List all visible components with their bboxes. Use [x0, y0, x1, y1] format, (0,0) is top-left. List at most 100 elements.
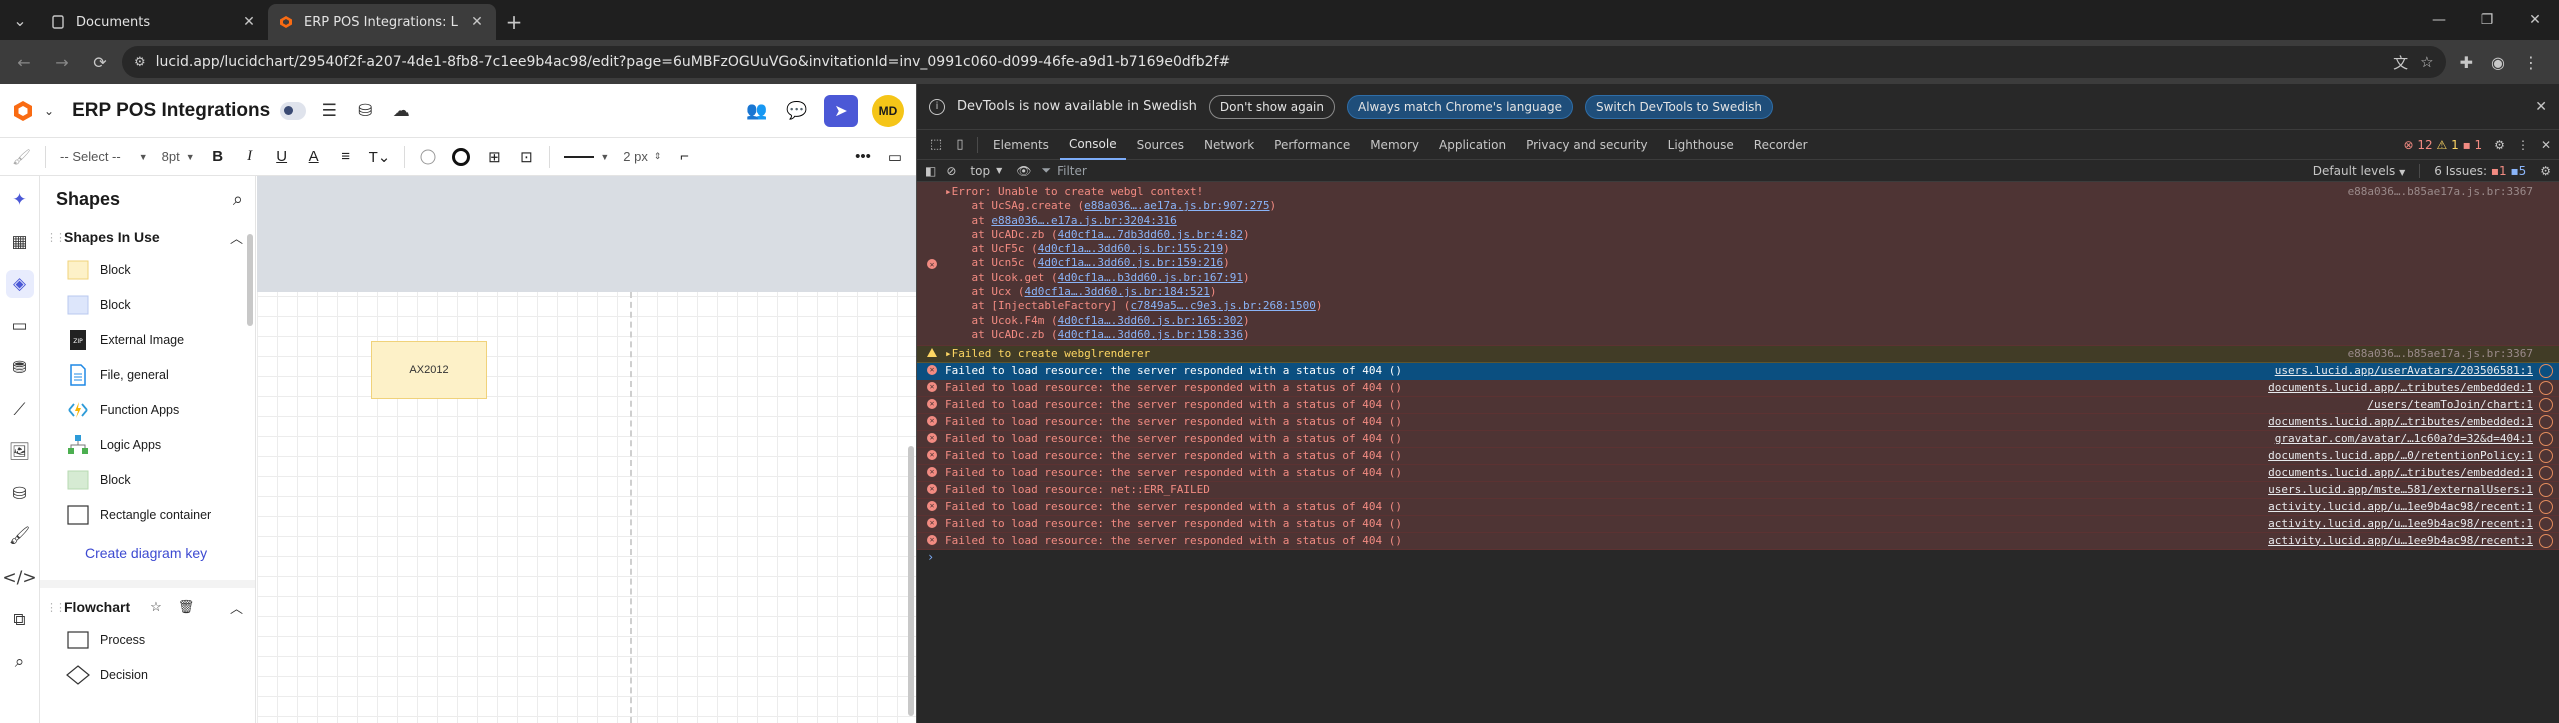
error-source-link[interactable]: documents.lucid.app/…0/retentionPolicy:1 — [2268, 449, 2533, 463]
context-select[interactable]: top ▼ — [966, 164, 1006, 178]
device-toolbar-icon[interactable]: ▯ — [949, 134, 971, 156]
canvas-scrollbar[interactable] — [908, 446, 914, 716]
shape-item-rectangle-container[interactable]: Rectangle container — [40, 497, 255, 532]
console-error-row[interactable]: ✕ Failed to load resource: the server res… — [917, 532, 2559, 550]
cloud-save-icon[interactable]: ☁ — [388, 98, 414, 124]
console-filter-input[interactable]: ⏷ Filter — [1041, 163, 2302, 178]
shape-item-block-blue[interactable]: Block — [40, 287, 255, 322]
error-source-link[interactable]: users.lucid.app/userAvatars/203506581:1 — [2275, 364, 2533, 378]
live-expression-eye-icon[interactable]: 👁 — [1016, 164, 1031, 178]
plugins-icon[interactable]: ⧉ — [6, 606, 34, 634]
star-icon[interactable]: ☆ — [150, 599, 162, 615]
browser-menu-icon[interactable]: ⋮ — [2523, 53, 2539, 72]
error-source-link[interactable]: activity.lucid.app/u…1ee9b4ac98/recent:1 — [2268, 534, 2533, 548]
frame-icon[interactable]: ▭ — [6, 312, 34, 340]
font-size-select[interactable]: 8pt ▼ — [162, 149, 195, 164]
console-error-row[interactable]: ✕ Failed to load resource: the server res… — [917, 515, 2559, 533]
text-color-button[interactable]: A — [305, 148, 323, 165]
italic-button[interactable]: I — [241, 148, 259, 165]
flowchart-header[interactable]: ⋮⋮ Flowchart ☆ 🗑 ︿ — [40, 592, 255, 622]
reload-icon[interactable]: ⟳ — [84, 46, 116, 78]
error-source-link[interactable]: gravatar.com/avatar/…1c60a?d=32&d=404:1 — [2275, 432, 2533, 446]
integrations-icon[interactable]: ⛁ — [352, 98, 378, 124]
underline-button[interactable]: U — [273, 148, 291, 165]
stack-frame-link[interactable]: c7849a5….c9e3.js.br:268:1500 — [1130, 299, 1315, 312]
profile-icon[interactable]: ◉ — [2491, 53, 2505, 72]
error-source-link[interactable]: documents.lucid.app/…tributes/embedded:1 — [2268, 415, 2533, 429]
request-badge-icon[interactable] — [2539, 414, 2553, 429]
logo-dropdown-chevron-icon[interactable]: ⌄ — [44, 104, 54, 118]
image-options-icon[interactable]: ⊡ — [517, 148, 535, 166]
font-select[interactable]: -- Select -- ▼ — [60, 149, 148, 164]
devtools-close-icon[interactable]: ✕ — [2541, 138, 2551, 152]
request-badge-icon[interactable] — [2539, 397, 2553, 412]
connector-style-icon[interactable]: ⌐ — [675, 148, 693, 165]
translate-icon[interactable]: 文 — [2393, 52, 2408, 73]
line-width-select[interactable]: 2 px ⇕ — [623, 149, 661, 164]
drag-handle-icon[interactable]: ⋮⋮ — [46, 601, 66, 614]
infobar-close-icon[interactable]: ✕ — [2535, 99, 2547, 115]
tab-memory[interactable]: Memory — [1361, 130, 1428, 160]
comments-icon[interactable]: 💬 — [784, 98, 810, 124]
console-error-row[interactable]: ✕ Failed to load resource: the server res… — [917, 396, 2559, 414]
bold-button[interactable]: B — [209, 148, 227, 165]
request-badge-icon[interactable] — [2539, 363, 2553, 378]
warning-source-link[interactable]: e88a036….b85ae17a.js.br:3367 — [2348, 347, 2533, 361]
user-avatar[interactable]: MD — [872, 94, 904, 127]
console-settings-gear-icon[interactable]: ⚙ — [2540, 164, 2551, 178]
devtools-menu-icon[interactable]: ⋮ — [2517, 138, 2529, 152]
request-badge-icon[interactable] — [2539, 482, 2553, 497]
request-badge-icon[interactable] — [2539, 448, 2553, 463]
inspect-element-icon[interactable]: ⬚ — [925, 134, 947, 156]
url-text[interactable]: lucid.app/lucidchart/29540f2f-a207-4de1-… — [156, 54, 2384, 70]
tab-sources[interactable]: Sources — [1128, 130, 1193, 160]
stack-frame-link[interactable]: e88a036….e17a.js.br:3204:316 — [991, 214, 1176, 227]
shape-item-external-image[interactable]: ZIP External Image — [40, 322, 255, 357]
message-counts[interactable]: ⊗ 12 ⚠ 1 ▪ 1 — [2404, 138, 2483, 152]
error-source-link[interactable]: activity.lucid.app/u…1ee9b4ac98/recent:1 — [2268, 500, 2533, 514]
browser-tab-documents[interactable]: Documents ✕ — [40, 4, 268, 40]
stack-frame-link[interactable]: 4d0cf1a….3dd60.js.br:184:521 — [1024, 285, 1209, 298]
forward-arrow-icon[interactable]: → — [46, 46, 78, 78]
more-options-icon[interactable]: ••• — [854, 148, 872, 165]
dont-show-again-button[interactable]: Don't show again — [1208, 94, 1335, 119]
line-color-icon[interactable] — [451, 147, 471, 167]
bookmark-star-icon[interactable]: ☆ — [2420, 53, 2433, 71]
tab-recorder[interactable]: Recorder — [1745, 130, 1817, 160]
tab-search-chevron-icon[interactable]: ⌄ — [0, 0, 40, 40]
error-source-link[interactable]: documents.lucid.app/…tributes/embedded:1 — [2268, 381, 2533, 395]
error-source-link[interactable]: documents.lucid.app/…tributes/embedded:1 — [2268, 466, 2533, 480]
console-error-row[interactable]: ✕ Failed to load resource: the server res… — [917, 379, 2559, 397]
tab-network[interactable]: Network — [1195, 130, 1263, 160]
line-style-select[interactable]: ▼ — [564, 152, 609, 162]
expand-triangle-icon[interactable]: ▸ — [945, 347, 952, 360]
match-chrome-language-button[interactable]: Always match Chrome's language — [1347, 94, 1573, 119]
console-error-row[interactable]: ✕ Failed to load resource: the server res… — [917, 498, 2559, 516]
request-badge-icon[interactable] — [2539, 465, 2553, 480]
browser-tab-lucidchart[interactable]: ERP POS Integrations: Lucidcha ✕ — [268, 4, 496, 40]
tab-application[interactable]: Application — [1430, 130, 1515, 160]
data-icon[interactable]: ⛃ — [6, 354, 34, 382]
shapes-in-use-header[interactable]: ⋮⋮ Shapes In Use ︿ — [40, 222, 255, 252]
tab-privacy-security[interactable]: Privacy and security — [1517, 130, 1657, 160]
error-headline[interactable]: ▸Error: Unable to create webgl context! — [945, 185, 2338, 199]
document-title[interactable]: ERP POS Integrations — [72, 100, 270, 122]
shapes-panel-scrollbar[interactable] — [247, 234, 253, 326]
request-badge-icon[interactable] — [2539, 533, 2553, 548]
status-toggle[interactable] — [280, 101, 307, 120]
console-sidebar-icon[interactable]: ◧ — [925, 164, 936, 178]
shape-item-decision[interactable]: Decision — [40, 657, 255, 692]
window-close-icon[interactable]: ✕ — [2511, 0, 2559, 40]
canvas-shape-ax2012[interactable]: AX2012 — [371, 341, 487, 399]
webgl-renderer-warning[interactable]: ▸Failed to create webglrenderer e88a036…… — [917, 346, 2559, 363]
error-source-link[interactable]: e88a036….b85ae17a.js.br:3367 — [2348, 185, 2533, 342]
console-prompt[interactable]: › — [917, 550, 2559, 568]
devtools-settings-gear-icon[interactable]: ⚙ — [2494, 138, 2505, 152]
switch-to-swedish-button[interactable]: Switch DevTools to Swedish — [1584, 94, 1774, 119]
chevron-up-icon[interactable]: ︿ — [230, 228, 243, 247]
stack-frame-link[interactable]: e88a036….ae17a.js.br:907:275 — [1084, 199, 1269, 212]
console-error-row[interactable]: ✕ Failed to load resource: the server res… — [917, 464, 2559, 482]
minimize-icon[interactable]: — — [2415, 0, 2463, 40]
error-source-link[interactable]: users.lucid.app/mste…581/externalUsers:1 — [2268, 483, 2533, 497]
share-button[interactable]: ➤ — [824, 94, 858, 127]
